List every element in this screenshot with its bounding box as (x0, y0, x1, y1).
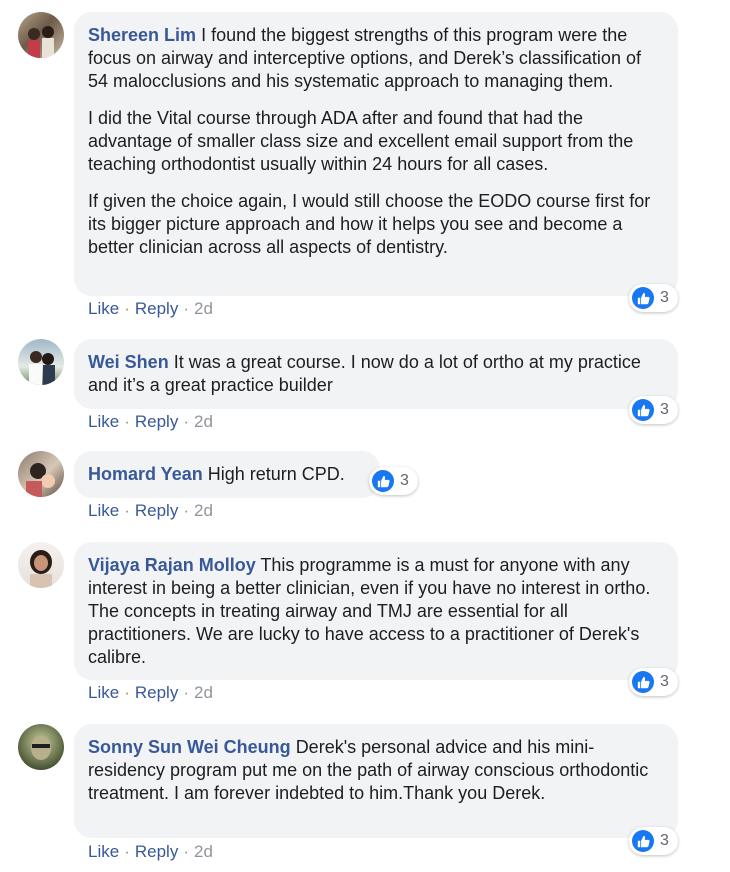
timestamp[interactable]: 2d (194, 683, 213, 702)
separator: · (183, 842, 189, 861)
reaction-count[interactable]: 3 (369, 467, 418, 495)
comment-bubble: Wei Shen It was a great course. I now do… (74, 339, 678, 409)
reaction-count[interactable]: 3 (629, 396, 678, 424)
comment-actions: Like · Reply · 2d (88, 683, 213, 703)
separator: · (124, 683, 130, 702)
thumbs-up-icon (632, 830, 654, 852)
comment-text: If given the choice again, I would still… (88, 191, 651, 257)
author-name[interactable]: Shereen Lim (88, 25, 196, 45)
thumbs-up-icon (372, 470, 394, 492)
comment-text: Vijaya Rajan Molloy This programme is a … (88, 555, 651, 667)
timestamp[interactable]: 2d (194, 412, 213, 431)
reply-link[interactable]: Reply (135, 842, 178, 861)
separator: · (124, 412, 130, 431)
reaction-count[interactable]: 3 (629, 668, 678, 696)
comment-actions: Like · Reply · 2d (88, 412, 213, 432)
comment-text: Homard Yean High return CPD. (88, 464, 345, 484)
avatar[interactable] (18, 339, 64, 385)
reply-link[interactable]: Reply (135, 299, 178, 318)
separator: · (183, 683, 189, 702)
timestamp[interactable]: 2d (194, 842, 213, 861)
reply-link[interactable]: Reply (135, 412, 178, 431)
avatar[interactable] (18, 12, 64, 58)
author-name[interactable]: Vijaya Rajan Molloy (88, 555, 256, 575)
separator: · (124, 501, 130, 520)
timestamp[interactable]: 2d (194, 299, 213, 318)
avatar[interactable] (18, 724, 64, 770)
comment-actions: Like · Reply · 2d (88, 842, 213, 862)
reaction-count[interactable]: 3 (629, 284, 678, 312)
thumbs-up-icon (632, 671, 654, 693)
author-name[interactable]: Sonny Sun Wei Cheung (88, 737, 291, 757)
comment-bubble: Sonny Sun Wei Cheung Derek's personal ad… (74, 724, 678, 838)
comment-actions: Like · Reply · 2d (88, 299, 213, 319)
separator: · (183, 299, 189, 318)
thumbs-up-icon (632, 399, 654, 421)
comment-text: I did the Vital course through ADA after… (88, 108, 634, 174)
reply-link[interactable]: Reply (135, 501, 178, 520)
comment-bubble: Vijaya Rajan Molloy This programme is a … (74, 542, 678, 680)
comment-bubble: Homard Yean High return CPD. (74, 451, 380, 498)
like-link[interactable]: Like (88, 842, 119, 861)
thumbs-up-icon (632, 287, 654, 309)
author-name[interactable]: Homard Yean (88, 464, 203, 484)
separator: · (183, 412, 189, 431)
comment-text: Wei Shen It was a great course. I now do… (88, 352, 641, 395)
comment-text: Shereen Lim I found the biggest strength… (88, 25, 641, 91)
separator: · (124, 299, 130, 318)
reply-link[interactable]: Reply (135, 683, 178, 702)
author-name[interactable]: Wei Shen (88, 352, 169, 372)
reaction-count[interactable]: 3 (629, 827, 678, 855)
separator: · (183, 501, 189, 520)
timestamp[interactable]: 2d (194, 501, 213, 520)
like-link[interactable]: Like (88, 412, 119, 431)
comment-bubble: Shereen Lim I found the biggest strength… (74, 12, 678, 296)
separator: · (124, 842, 130, 861)
avatar[interactable] (18, 451, 64, 497)
like-link[interactable]: Like (88, 501, 119, 520)
like-link[interactable]: Like (88, 683, 119, 702)
avatar[interactable] (18, 542, 64, 588)
comment-text: Sonny Sun Wei Cheung Derek's personal ad… (88, 737, 649, 803)
comment-actions: Like · Reply · 2d (88, 501, 213, 521)
like-link[interactable]: Like (88, 299, 119, 318)
